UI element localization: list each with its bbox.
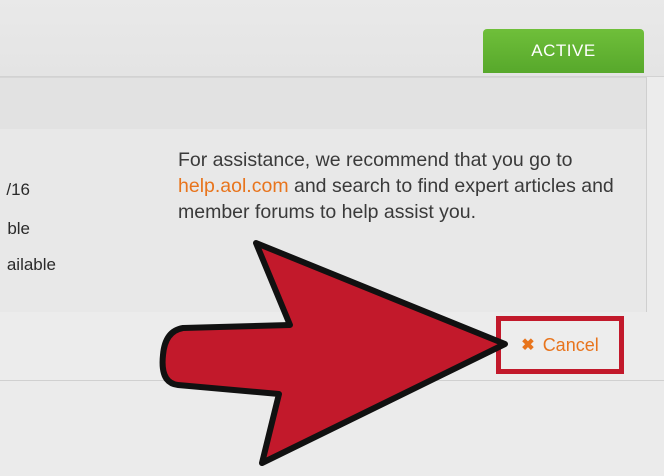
annotation-arrow-icon: [159, 240, 508, 466]
